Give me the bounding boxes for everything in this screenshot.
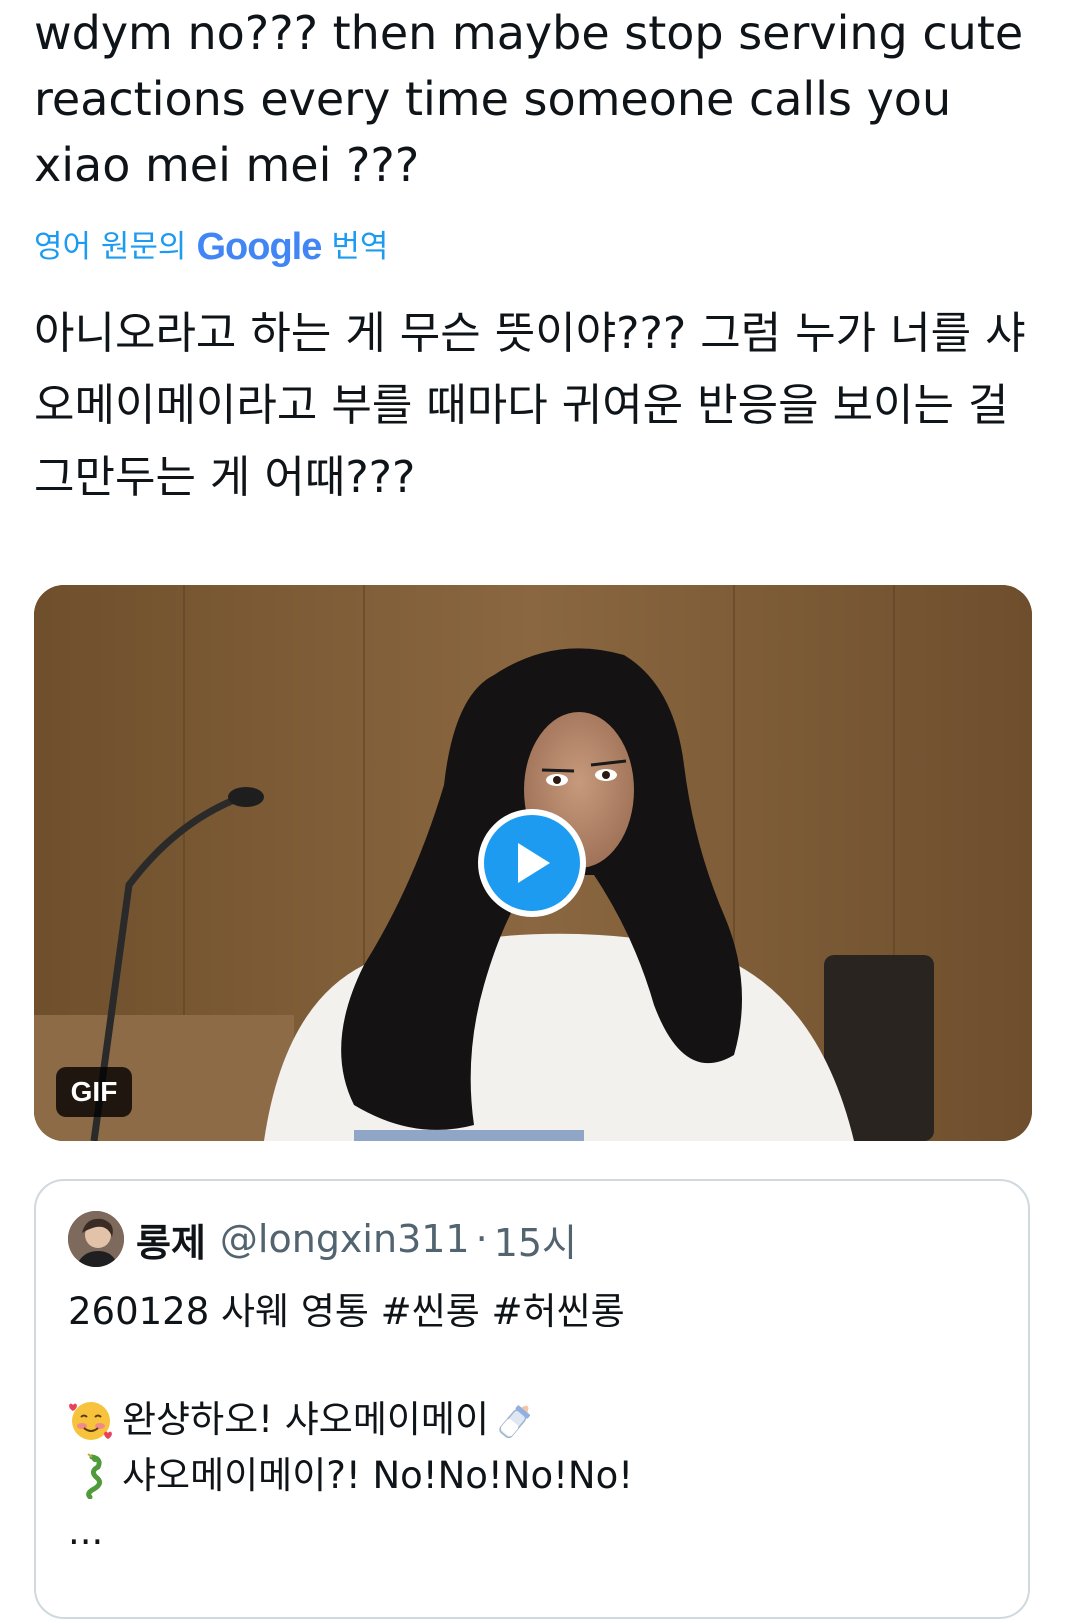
quote-timestamp[interactable]: 15시 bbox=[494, 1212, 577, 1267]
quote-text-line-1: 260128 사웨 영통 #씬롱 #허씬롱 bbox=[68, 1290, 625, 1333]
quote-line-4: ... bbox=[68, 1505, 103, 1559]
tweet-text: wdym no??? then maybe stop serving cute … bbox=[34, 6, 1024, 192]
google-logo-text: Google bbox=[196, 226, 322, 268]
separator-dot: · bbox=[475, 1217, 488, 1261]
quote-header: 롱제 @longxin311 · 15시 bbox=[68, 1211, 577, 1267]
avatar[interactable] bbox=[68, 1211, 124, 1267]
play-icon bbox=[518, 843, 550, 883]
quote-ellipsis: ... bbox=[68, 1510, 104, 1553]
gif-media[interactable]: GIF bbox=[34, 585, 1032, 1141]
translate-prefix: 영어 원문의 bbox=[34, 229, 187, 265]
play-button[interactable] bbox=[478, 809, 586, 917]
quote-line-1: 260128 사웨 영통 #씬롱 #허씬롱 bbox=[68, 1285, 625, 1339]
quote-author-handle[interactable]: @longxin311 bbox=[220, 1217, 470, 1261]
translate-suffix: 번역 bbox=[331, 229, 389, 265]
avatar-image bbox=[68, 1211, 124, 1267]
translated-text: 아니오라고 하는 게 무슨 뜻이야??? 그럼 누가 너를 샤오메이메이라고 부… bbox=[34, 308, 1026, 503]
translate-attribution[interactable]: 영어 원문의 Google 번역 bbox=[34, 222, 388, 272]
quote-author-name[interactable]: 롱제 bbox=[136, 1212, 206, 1267]
quote-text-line-3: 샤오메이메이?! No!No!No!No! bbox=[122, 1454, 634, 1497]
quote-text-line-2: 완샹하오! 샤오메이메이 bbox=[122, 1398, 489, 1441]
gif-badge: GIF bbox=[56, 1067, 132, 1117]
quote-line-2: 완샹하오! 샤오메이메이 bbox=[68, 1393, 547, 1447]
google-logo: Google bbox=[196, 222, 322, 272]
quoted-tweet[interactable]: 롱제 @longxin311 · 15시 260128 사웨 영통 #씬롱 #허… bbox=[34, 1179, 1030, 1619]
baby-bottle-icon bbox=[499, 1405, 531, 1439]
quote-line-3: 샤오메이메이?! No!No!No!No! bbox=[68, 1449, 633, 1503]
smiling-face-with-hearts-icon bbox=[69, 1402, 112, 1440]
dragon-icon bbox=[86, 1453, 102, 1499]
